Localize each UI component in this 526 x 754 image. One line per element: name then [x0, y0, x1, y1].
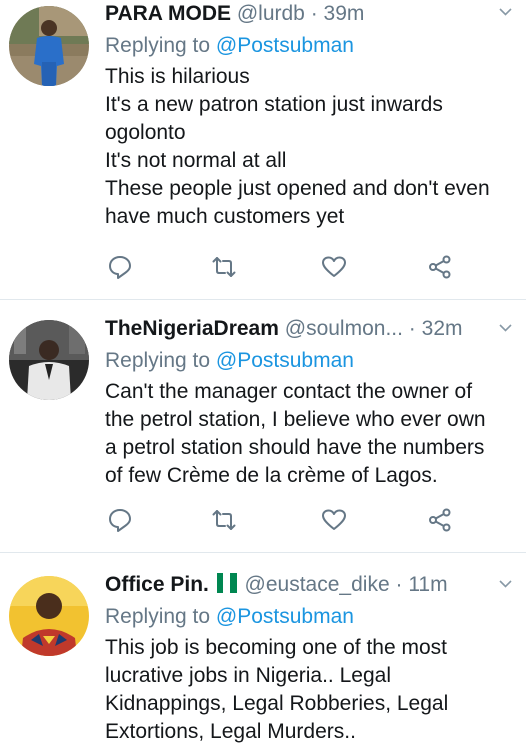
tweet-line: It's not normal at all [105, 149, 287, 172]
tweet-actions [105, 252, 526, 284]
chevron-down-icon[interactable] [499, 577, 512, 590]
reply-button[interactable] [105, 252, 135, 282]
display-name[interactable]: Office Pin. [105, 573, 209, 596]
mention-link[interactable]: @Postsubman [216, 34, 354, 57]
username[interactable]: @soulmon... [285, 317, 403, 340]
tweet[interactable]: Office Pin. @eustace_dike · 11m Replying… [0, 553, 526, 754]
share-icon [427, 507, 453, 533]
reply-button[interactable] [105, 505, 135, 535]
tweet[interactable]: PARA MODE @lurdb · 39m Replying to @Post… [0, 0, 526, 300]
reply-icon [107, 254, 133, 280]
tweet-line: of few Crème de la crème of Lagos. [105, 464, 438, 487]
retweet-icon [211, 507, 237, 533]
tweet-line: ogolonto [105, 121, 186, 144]
replying-to: Replying to @Postsubman [105, 347, 526, 375]
replying-label: Replying to [105, 605, 216, 628]
nigeria-flag-icon [216, 573, 237, 593]
separator: · [395, 573, 403, 596]
tweet-line: These people just opened and don't even [105, 177, 490, 200]
retweet-button[interactable] [209, 505, 239, 535]
like-button[interactable] [319, 505, 349, 535]
avatar[interactable] [9, 576, 89, 656]
avatar[interactable] [9, 320, 89, 400]
mention-link[interactable]: @Postsubman [216, 605, 354, 628]
tweet-actions [105, 505, 526, 537]
tweet-text: This is hilarious It's a new patron stat… [105, 63, 526, 231]
retweet-button[interactable] [209, 252, 239, 282]
replying-to: Replying to @Postsubman [105, 603, 526, 631]
replying-label: Replying to [105, 349, 216, 372]
display-name[interactable]: PARA MODE [105, 2, 231, 25]
tweet-line: Extortions, Legal Murders.. [105, 720, 356, 743]
tweet-header: Office Pin. @eustace_dike · 11m [105, 553, 526, 599]
tweet-line: Kidnappings, Legal Robberies, Legal [105, 692, 449, 715]
tweet-header: PARA MODE @lurdb · 39m [105, 0, 526, 28]
username[interactable]: @lurdb [237, 2, 305, 25]
timestamp[interactable]: 11m [408, 573, 447, 596]
chevron-down-icon[interactable] [499, 5, 512, 18]
tweet-line: lucrative jobs in Nigeria.. Legal [105, 664, 391, 687]
tweet-line: the petrol station, I believe who ever o… [105, 408, 486, 431]
separator: · [310, 2, 318, 25]
share-button[interactable] [425, 505, 455, 535]
tweet[interactable]: TheNigeriaDream @soulmon... · 32m Replyi… [0, 300, 526, 553]
avatar[interactable] [9, 6, 89, 86]
chevron-down-icon[interactable] [499, 321, 512, 334]
timestamp[interactable]: 32m [422, 317, 463, 340]
tweet-header: TheNigeriaDream @soulmon... · 32m [105, 300, 526, 343]
retweet-icon [211, 254, 237, 280]
share-icon [427, 254, 453, 280]
replying-to: Replying to @Postsubman [105, 32, 526, 60]
tweet-line: have much customers yet [105, 205, 345, 228]
tweet-line: This is hilarious [105, 65, 250, 88]
like-button[interactable] [319, 252, 349, 282]
mention-link[interactable]: @Postsubman [216, 349, 354, 372]
replying-label: Replying to [105, 34, 216, 57]
tweet-text: Can't the manager contact the owner of t… [105, 378, 526, 490]
separator: · [408, 317, 416, 340]
heart-icon [321, 507, 347, 533]
tweet-line: It's a new patron station just inwards [105, 93, 443, 116]
tweet-line: Can't the manager contact the owner of [105, 380, 473, 403]
tweet-line: a petrol station should have the numbers [105, 436, 485, 459]
display-name[interactable]: TheNigeriaDream [105, 317, 279, 340]
reply-icon [107, 507, 133, 533]
heart-icon [321, 254, 347, 280]
username[interactable]: @eustace_dike [245, 573, 390, 596]
tweet-line: This job is becoming one of the most [105, 636, 448, 659]
timestamp[interactable]: 39m [324, 2, 365, 25]
tweet-text: This job is becoming one of the most luc… [105, 634, 526, 746]
share-button[interactable] [425, 252, 455, 282]
